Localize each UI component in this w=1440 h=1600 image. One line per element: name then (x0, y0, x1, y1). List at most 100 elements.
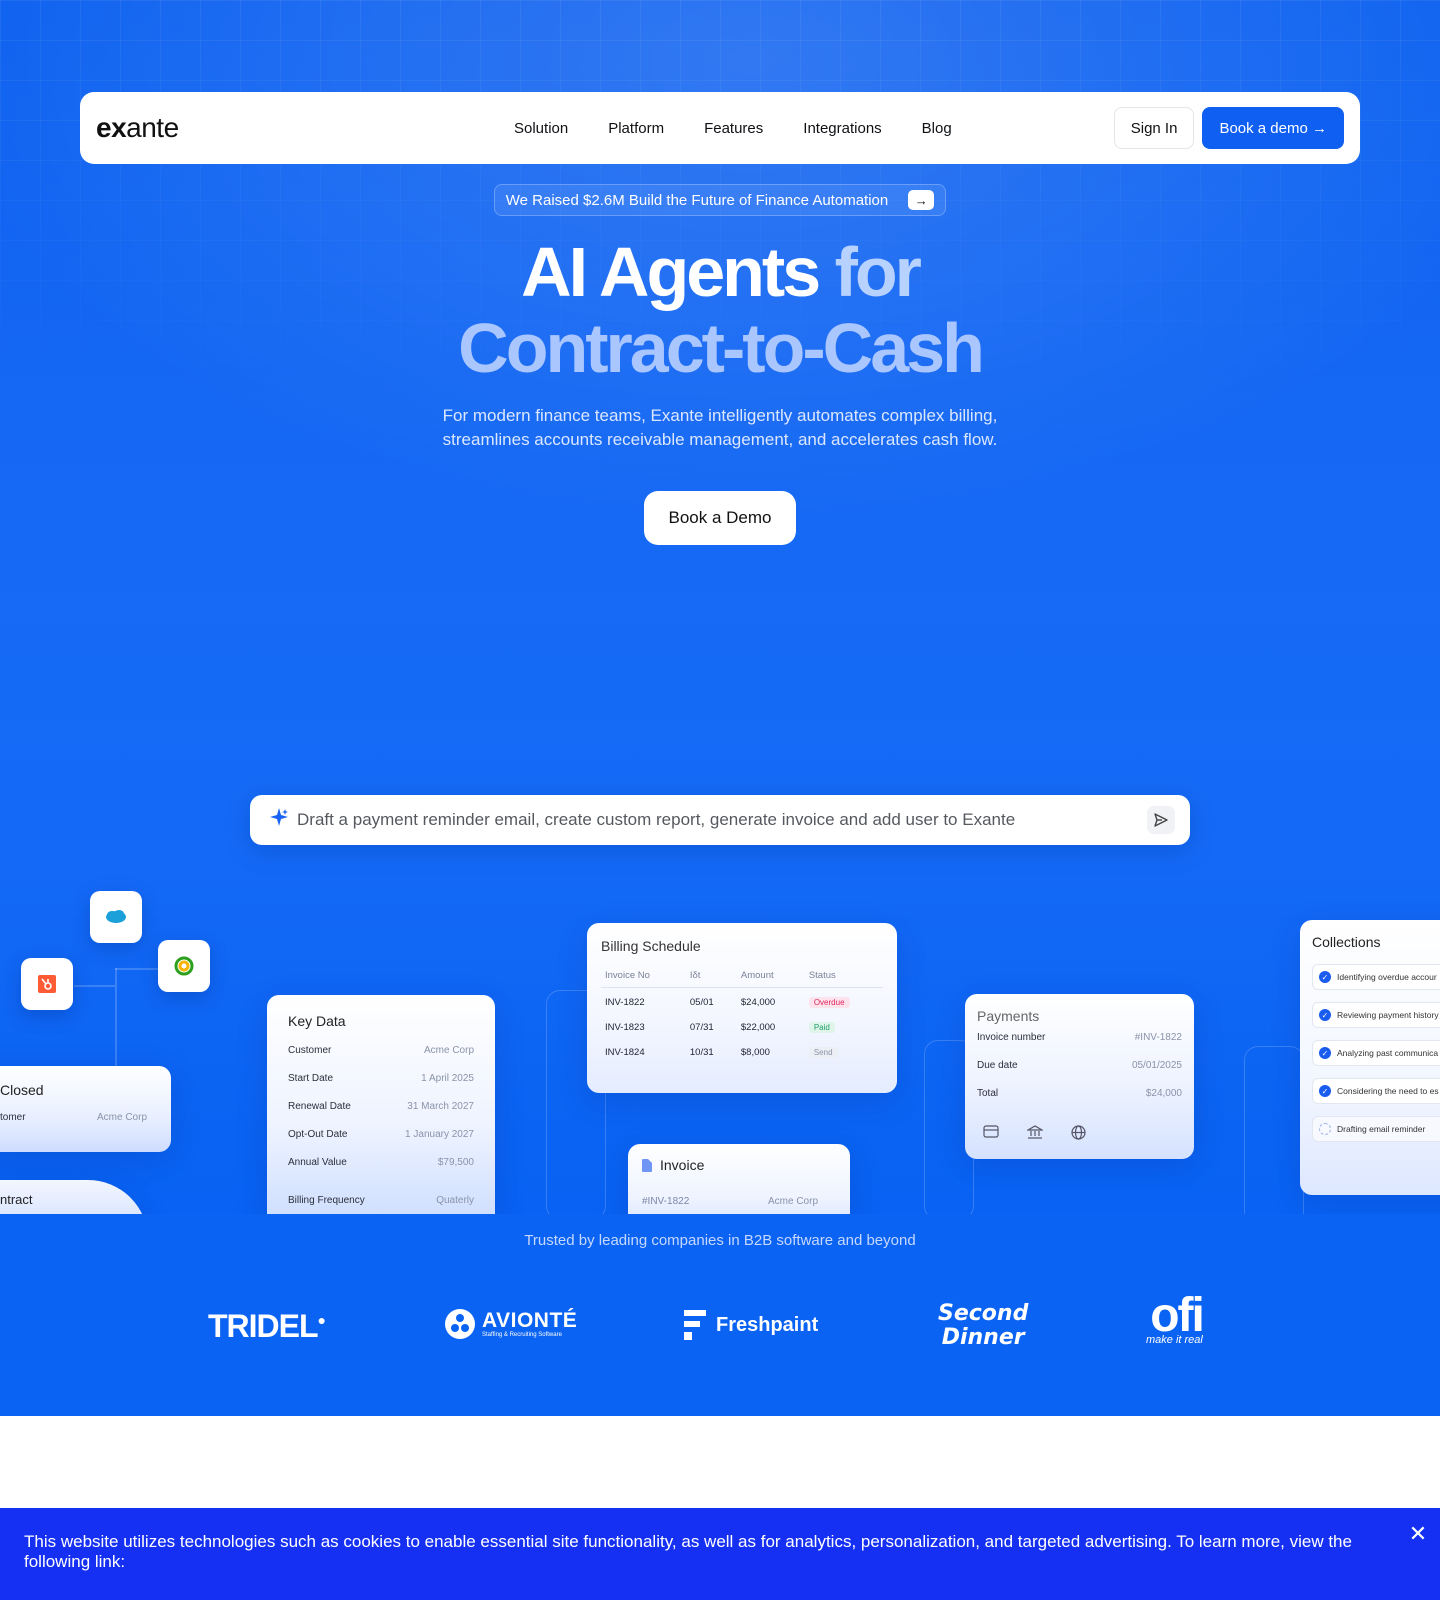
ofi-logo-subtext: make it real (1146, 1334, 1203, 1346)
second-dinner-logo-line1: Second (938, 1301, 1029, 1326)
connector-line (1244, 1046, 1304, 1226)
collections-title: Collections (1312, 934, 1381, 950)
invoice-number: INV-1823 (605, 1022, 645, 1033)
nav-item-platform[interactable]: Platform (608, 120, 664, 137)
avionte-logo-text: AVIONTÉ (482, 1309, 578, 1332)
key-data-value: 1 January 2027 (405, 1129, 474, 1140)
second-dinner-logo: Second Dinner (938, 1302, 1028, 1350)
billing-header-status: Status (808, 970, 836, 981)
ofi-logo: ofi make it real (1146, 1292, 1205, 1347)
key-data-label: Opt-Out Date (288, 1129, 348, 1140)
invoice-date: 05/01 (689, 997, 714, 1008)
key-data-label: Customer (288, 1045, 332, 1056)
globe-icon[interactable] (1071, 1125, 1086, 1140)
nav-item-solution[interactable]: Solution (514, 120, 568, 137)
closed-card-row: tomer Acme Corp (0, 1112, 147, 1123)
invoice-number: INV-1822 (605, 997, 645, 1008)
key-data-value: $79,500 (437, 1157, 474, 1168)
document-icon (642, 1158, 652, 1172)
key-data-row: Renewal Date 31 March 2027 (288, 1101, 474, 1112)
hero-title: AI Agents for Contract-to-Cash (0, 234, 1440, 386)
key-data-label: Renewal Date (288, 1101, 351, 1112)
billing-schedule-card: Billing Schedule Invoice No Iδt Amount S… (587, 923, 897, 1093)
billing-header-amount: Amount (740, 970, 774, 981)
second-dinner-logo-line2: Dinner (941, 1325, 1025, 1350)
billing-table-header: Invoice No Iδt Amount Status (601, 970, 883, 988)
send-icon[interactable] (1147, 806, 1175, 834)
payments-label: Due date (977, 1060, 1018, 1071)
bank-icon[interactable] (1027, 1125, 1043, 1139)
key-data-label: Start Date (288, 1073, 334, 1084)
invoice-amount: $24,000 (740, 997, 776, 1008)
key-data-row: Annual Value $79,500 (288, 1157, 474, 1168)
closed-card-title: Closed (0, 1082, 44, 1098)
payments-value: #INV-1822 (1134, 1032, 1182, 1043)
connector-line (115, 968, 159, 970)
check-circle-icon: ✓ (1319, 971, 1331, 983)
table-row[interactable]: INV-1823 07/31 $22,000 Paid (601, 1015, 883, 1040)
table-row[interactable]: INV-1824 10/31 $8,000 Send (601, 1040, 883, 1065)
nav-item-features[interactable]: Features (704, 120, 763, 137)
invoice-card-number: #INV-1822 (642, 1196, 690, 1207)
exante-logo[interactable]: exante (96, 112, 476, 144)
avionte-logo-subtext: Staffing & Recruiting Software (482, 1332, 562, 1338)
table-row[interactable]: INV-1822 05/01 $24,000 Overdue (601, 988, 883, 1016)
hubspot-icon (21, 958, 73, 1010)
payments-label: Invoice number (977, 1032, 1046, 1043)
tridel-logo: TRIDEL ● (208, 1308, 326, 1345)
ai-prompt-bar (250, 795, 1190, 845)
freshpaint-logo: Freshpaint (684, 1310, 818, 1340)
hero-title-line2: Contract-to-Cash (458, 309, 985, 387)
salesforce-icon (90, 891, 142, 943)
nav-links: Solution Platform Features Integrations … (514, 120, 952, 137)
credit-card-icon[interactable] (983, 1125, 999, 1138)
nav-item-blog[interactable]: Blog (922, 120, 952, 137)
invoice-card-title: Invoice (660, 1157, 705, 1173)
trusted-by-text: Trusted by leading companies in B2B soft… (524, 1232, 916, 1249)
payments-row: Total $24,000 (977, 1088, 1182, 1099)
collections-step: ✓ Reviewing payment history (1312, 1002, 1440, 1028)
payments-title: Payments (977, 1008, 1040, 1024)
connector-line (115, 968, 117, 1068)
contract-card-title: ntract (0, 1192, 33, 1207)
payments-row: Invoice number #INV-1822 (977, 1032, 1182, 1043)
hero-subtitle: For modern finance teams, Exante intelli… (442, 406, 998, 449)
check-circle-icon: ✓ (1319, 1009, 1331, 1021)
invoice-date: 10/31 (689, 1047, 714, 1058)
status-badge: Paid (808, 1022, 835, 1033)
ai-prompt-input[interactable] (297, 810, 1147, 830)
payments-label: Total (977, 1088, 999, 1099)
collections-step: ✓ Analyzing past communica (1312, 1040, 1440, 1066)
cookie-banner-text: This website utilizes technologies such … (24, 1532, 1352, 1571)
billing-header-invoice: Invoice No (605, 970, 650, 981)
avionte-mark-icon (445, 1309, 475, 1339)
closed-card-value: Acme Corp (96, 1112, 147, 1123)
freshpaint-logo-text: Freshpaint (716, 1313, 819, 1336)
hero-title-part2: for (834, 233, 922, 311)
key-data-row: Opt-Out Date 1 January 2027 (288, 1129, 474, 1140)
collections-step: ✓ Identifying overdue accour (1312, 964, 1440, 990)
invoice-card-customer: Acme Corp (767, 1196, 818, 1207)
logo-part-bold: ex (96, 112, 127, 143)
payments-value: 05/01/2025 (1131, 1060, 1182, 1071)
key-data-title: Key Data (288, 1013, 346, 1029)
nav-item-integrations[interactable]: Integrations (803, 120, 881, 137)
closed-card-label: tomer (0, 1112, 26, 1123)
billing-header-date: Iδt (689, 970, 701, 981)
check-circle-icon: ✓ (1319, 1047, 1331, 1059)
connector-line (74, 985, 115, 987)
cookie-banner: This website utilizes technologies such … (0, 1508, 1440, 1600)
collections-step-label: Reviewing payment history (1337, 1010, 1439, 1020)
collections-step: ✓ Considering the need to es (1312, 1078, 1440, 1104)
key-data-row: Billing Frequency Quaterly (288, 1195, 474, 1206)
book-demo-hero-button[interactable]: Book a Demo (644, 491, 796, 545)
book-demo-nav-button[interactable]: Book a demo → (1202, 107, 1344, 149)
announcement-text: We Raised $2.6M Build the Future of Fina… (505, 191, 889, 209)
sign-in-button[interactable]: Sign In (1113, 107, 1195, 149)
key-data-card: Key Data Customer Acme Corp Start Date 1 A… (267, 995, 495, 1235)
invoice-card-row: #INV-1822 Acme Corp (642, 1196, 837, 1207)
funding-announcement[interactable]: We Raised $2.6M Build the Future of Fina… (494, 184, 946, 216)
check-circle-icon: ✓ (1319, 1085, 1331, 1097)
close-icon[interactable]: ✕ (1408, 1523, 1428, 1545)
billing-table: Invoice No Iδt Amount Status INV-1822 05… (601, 970, 883, 1065)
